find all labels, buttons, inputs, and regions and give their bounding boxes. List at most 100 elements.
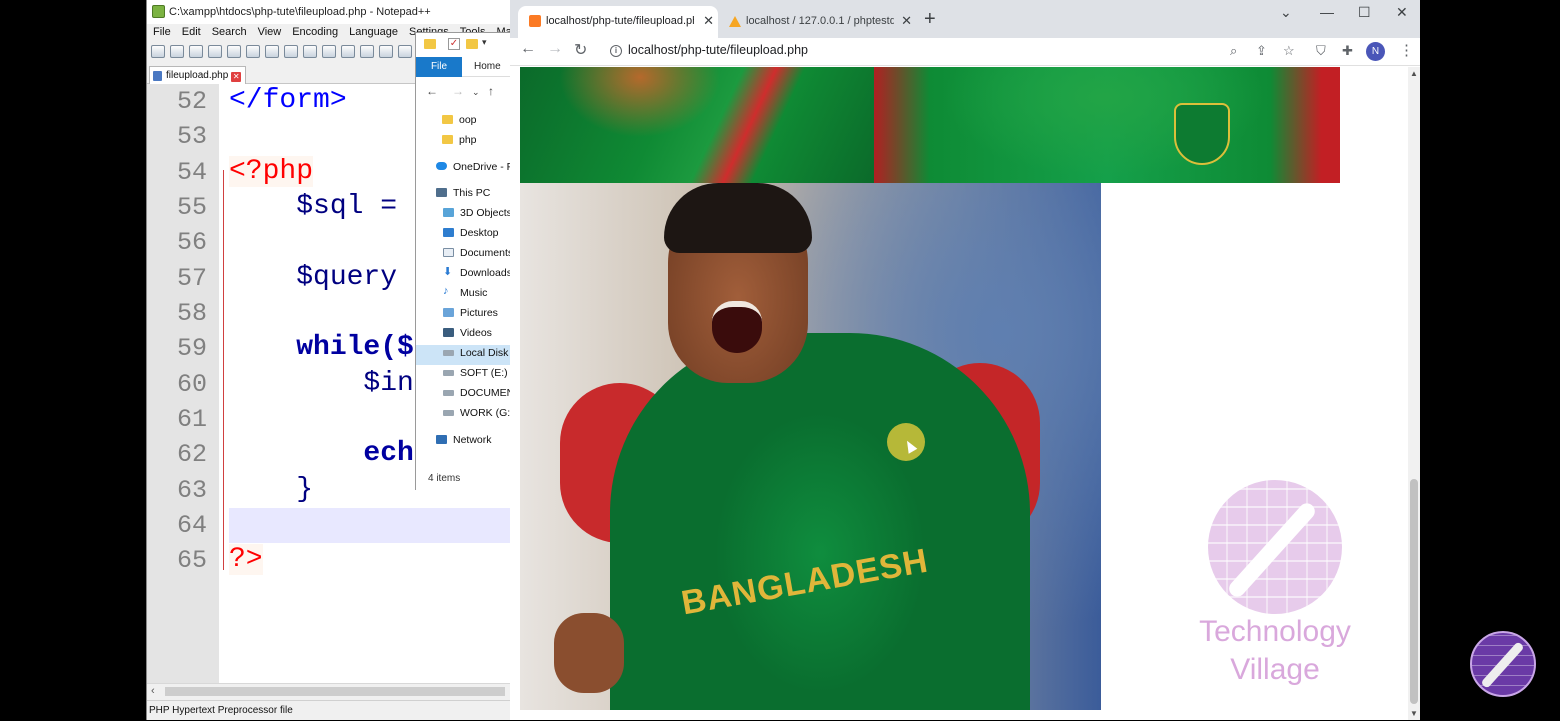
close-window-icon[interactable]: ✕ <box>1396 4 1408 21</box>
chevron-down-icon[interactable]: ▾ <box>482 37 487 48</box>
tree-item-label: oop <box>459 114 477 126</box>
redo-icon[interactable] <box>360 45 374 58</box>
tab-fileupload[interactable]: fileupload.php ✕ <box>149 66 247 84</box>
arrow-down-icon[interactable]: ▼ <box>1410 709 1418 718</box>
notepad-app-icon <box>152 5 165 18</box>
profile-avatar[interactable]: N <box>1366 42 1385 61</box>
arrow-up-icon[interactable]: ▲ <box>1410 69 1418 78</box>
line-number: 56 <box>176 228 207 257</box>
web-page-content: BANGLADESH Technology Village <box>510 67 1408 720</box>
close-icon[interactable]: ✕ <box>901 6 912 36</box>
tree-item-label: SOFT (E:) <box>460 367 508 379</box>
tab-home[interactable]: Home <box>474 57 501 77</box>
line-number: 65 <box>176 546 207 575</box>
scrollbar-thumb[interactable] <box>1410 479 1418 704</box>
new-folder-icon[interactable] <box>466 39 478 49</box>
folder-icon <box>442 135 453 144</box>
tree-item-desktop[interactable]: Desktop <box>443 227 499 239</box>
cut-icon[interactable] <box>284 45 298 58</box>
menu-view[interactable]: View <box>252 24 287 38</box>
copy-icon[interactable] <box>303 45 317 58</box>
menu-search[interactable]: Search <box>206 24 252 38</box>
tree-item-php[interactable]: php <box>442 134 477 146</box>
paste-icon[interactable] <box>322 45 336 58</box>
close-icon[interactable]: ✕ <box>703 6 714 36</box>
tree-item-document-drive[interactable]: DOCUMENT <box>443 387 510 399</box>
arrow-left-icon[interactable]: ‹ <box>151 684 155 699</box>
forward-arrow-icon[interactable]: → <box>452 84 464 98</box>
replace-icon[interactable] <box>398 45 412 58</box>
save-all-icon[interactable] <box>208 45 222 58</box>
fold-guide <box>223 170 224 570</box>
code-line: $sql = <box>229 191 414 222</box>
tree-item-videos[interactable]: Videos <box>443 327 492 339</box>
folder-icon[interactable] <box>424 39 436 49</box>
tree-item-downloads[interactable]: ⬇ Downloads <box>443 266 510 279</box>
undo-icon[interactable] <box>341 45 355 58</box>
desktop-background <box>0 0 146 720</box>
address-bar[interactable]: i localhost/php-tute/fileupload.php ⌕ ⇪ … <box>600 40 1400 64</box>
tree-item-this-pc[interactable]: This PC <box>436 187 491 199</box>
tree-item-documents[interactable]: Documents <box>443 247 510 259</box>
tree-item-label: Downloads <box>460 267 510 279</box>
tab-file[interactable]: File <box>416 57 462 77</box>
tree-item-label: Desktop <box>460 227 499 239</box>
back-arrow-icon[interactable]: ← <box>426 84 438 98</box>
up-arrow-icon[interactable]: ↑ <box>488 84 494 98</box>
line-number: 57 <box>176 264 207 293</box>
forward-arrow-icon[interactable]: → <box>547 40 563 58</box>
maximize-icon[interactable]: ☐ <box>1358 4 1371 21</box>
open-file-icon[interactable] <box>170 45 184 58</box>
save-icon[interactable] <box>189 45 203 58</box>
uploaded-image-top-left <box>520 67 874 183</box>
tree-item-network[interactable]: Network <box>436 434 492 446</box>
tree-item-label: Videos <box>460 327 492 339</box>
current-line-highlight <box>229 508 511 543</box>
folder-icon <box>442 115 453 124</box>
new-tab-plus-icon[interactable]: + <box>924 8 936 31</box>
menu-file[interactable]: File <box>147 24 176 38</box>
puzzle-extensions-icon[interactable]: ✚ <box>1342 43 1353 59</box>
shield-extension-icon[interactable]: ⛉ <box>1316 43 1326 59</box>
chevron-down-icon[interactable]: ⌄ <box>472 87 480 98</box>
zoom-icon[interactable]: ⌕ <box>1230 43 1237 59</box>
print-icon[interactable] <box>265 45 279 58</box>
browser-tab-phpmyadmin[interactable]: localhost / 127.0.0.1 / phptestdb ✕ <box>718 6 916 38</box>
find-icon[interactable] <box>379 45 393 58</box>
menu-language[interactable]: Language <box>343 24 403 38</box>
reload-icon[interactable]: ↻ <box>574 40 587 60</box>
tree-item-work-g[interactable]: WORK (G:) <box>443 407 510 419</box>
watermark-text-line2: Village <box>1230 653 1320 686</box>
tree-item-onedrive[interactable]: OneDrive - P <box>436 161 510 173</box>
menu-edit[interactable]: Edit <box>176 24 206 38</box>
close-file-icon[interactable] <box>227 45 241 58</box>
uploaded-image-cricketer: BANGLADESH <box>520 183 1101 710</box>
tree-item-soft-e[interactable]: SOFT (E:) <box>443 367 508 379</box>
url-text[interactable]: localhost/php-tute/fileupload.php <box>628 43 808 57</box>
bookmark-star-icon[interactable]: ☆ <box>1283 43 1295 59</box>
close-all-icon[interactable] <box>246 45 260 58</box>
scrollbar-thumb[interactable] <box>165 687 505 696</box>
site-info-icon[interactable]: i <box>610 45 622 57</box>
line-number: 58 <box>176 299 207 328</box>
tree-item-pictures[interactable]: Pictures <box>443 307 498 319</box>
back-arrow-icon[interactable]: ← <box>520 40 536 58</box>
tree-item-label: This PC <box>453 187 491 199</box>
tree-item-music[interactable]: ♪ Music <box>443 285 487 299</box>
tree-item-oop[interactable]: oop <box>442 114 477 126</box>
browser-tab-fileupload[interactable]: localhost/php-tute/fileupload.ph ✕ <box>518 6 718 38</box>
kebab-menu-icon[interactable]: ⋮ <box>1399 41 1414 59</box>
tree-item-3d-objects[interactable]: 3D Objects <box>443 207 510 219</box>
onedrive-icon <box>436 162 447 170</box>
menu-encoding[interactable]: Encoding <box>286 24 343 38</box>
page-vertical-scrollbar[interactable]: ▲ ▼ <box>1408 67 1420 720</box>
minimize-icon[interactable]: — <box>1320 4 1334 20</box>
properties-icon[interactable]: ✓ <box>448 38 460 50</box>
close-icon[interactable]: ✕ <box>231 72 242 82</box>
horizontal-scrollbar[interactable]: ‹ <box>147 683 511 699</box>
tab-search-chevron-icon[interactable]: ⌄ <box>1280 4 1292 21</box>
tree-item-local-disk[interactable]: Local Disk ( <box>443 347 510 359</box>
new-file-icon[interactable] <box>151 45 165 58</box>
share-icon[interactable]: ⇪ <box>1256 43 1267 59</box>
jersey-badge <box>1174 103 1230 165</box>
